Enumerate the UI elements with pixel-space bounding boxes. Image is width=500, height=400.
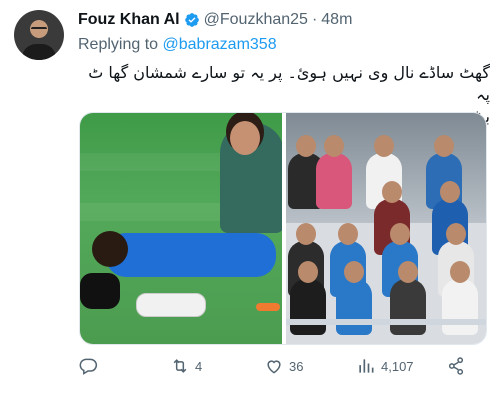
retweet-button[interactable]: 4 (170, 356, 202, 376)
crowd-row (286, 261, 486, 337)
avatar-shirt (22, 44, 56, 60)
crowd-person (290, 261, 326, 335)
heart-icon (267, 360, 281, 374)
views-bar-chart-icon (359, 359, 374, 373)
retweet-count: 4 (195, 358, 203, 374)
share-button[interactable] (446, 356, 466, 376)
verified-badge-icon (184, 13, 199, 27)
tweet-header: Fouz Khan Al @Fouzkhan25 · 48m (78, 10, 352, 30)
tweet-actions: 4 36 4,107 (78, 356, 490, 380)
photo-crowd[interactable] (286, 113, 486, 344)
gloves (136, 293, 206, 317)
author-avatar[interactable] (14, 10, 64, 60)
crowd-person (336, 261, 372, 335)
views-button[interactable]: 4,107 (356, 356, 414, 376)
crowd-person (390, 261, 426, 335)
spectator-head (230, 121, 260, 155)
reply-icon (79, 358, 98, 375)
helmet (80, 273, 120, 309)
player-body (106, 233, 276, 277)
retweet-icon (173, 359, 187, 373)
reply-button[interactable] (78, 356, 103, 376)
header-separator: · (311, 11, 318, 28)
like-button[interactable]: 36 (264, 356, 303, 376)
bat-handle (256, 303, 280, 311)
views-count: 4,107 (381, 358, 414, 374)
photo-cricket-player[interactable] (80, 113, 282, 344)
replying-to-label: Replying to (78, 36, 159, 53)
like-count: 36 (289, 358, 304, 374)
author-name[interactable]: Fouz Khan Al (78, 11, 180, 29)
player-head (92, 231, 128, 267)
crowd-person (442, 261, 478, 335)
tweet-timestamp[interactable]: 48m (321, 11, 352, 29)
author-handle[interactable]: @Fouzkhan25 (204, 11, 308, 29)
stand-railing (286, 319, 486, 325)
share-icon (448, 357, 464, 375)
tweet-text-line: گھٹ ساڈے نال وی نہیں ہوئ۔ پر یہ تو سارے … (88, 63, 490, 104)
reply-mention-link[interactable]: @babrazam358 (163, 36, 277, 53)
replying-to: Replying to @babrazam358 (78, 36, 277, 54)
avatar-glasses (31, 27, 47, 33)
tweet-media[interactable] (79, 112, 487, 345)
